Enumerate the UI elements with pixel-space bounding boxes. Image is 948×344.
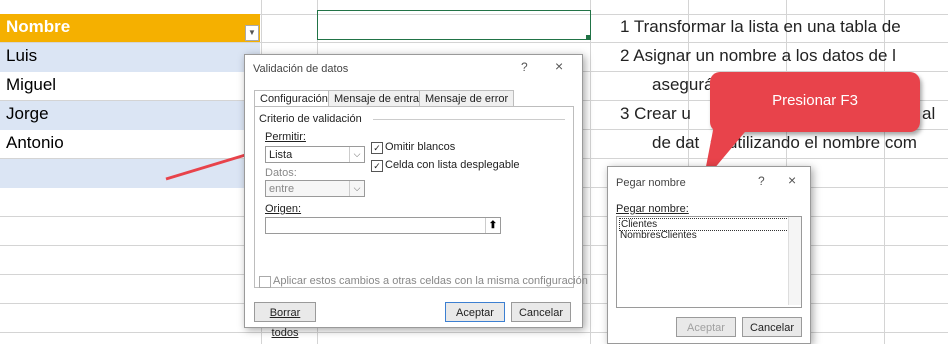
dropdown-cell-label: Celda con lista desplegable <box>385 159 520 171</box>
table-cell[interactable]: Jorge <box>6 104 49 124</box>
ok-button[interactable]: Aceptar <box>445 302 505 322</box>
ignore-blank-checkbox[interactable]: ✓ <box>371 142 383 154</box>
allow-select[interactable]: Lista ⌵ <box>265 146 365 163</box>
section-label: Criterio de validación <box>259 113 362 125</box>
table-row-band <box>0 43 260 72</box>
table-cell[interactable]: Antonio <box>6 133 64 153</box>
help-icon[interactable]: ? <box>521 60 528 74</box>
instruction-line: 2 Asignar un nombre a los datos de l <box>620 46 896 65</box>
chevron-down-icon: ⌵ <box>349 181 364 196</box>
ok-button[interactable]: Aceptar <box>676 317 736 337</box>
instruction-line: asegurá <box>652 75 714 94</box>
list-item[interactable]: NombresClientes <box>620 230 697 241</box>
dropdown-cell-checkbox[interactable]: ✓ <box>371 160 383 172</box>
close-icon[interactable]: × <box>555 58 563 74</box>
cancel-button[interactable]: Cancelar <box>742 317 802 337</box>
table-cell[interactable]: Luis <box>6 46 37 66</box>
paste-name-label: Pegar nombre: <box>616 203 689 215</box>
data-label: Datos: <box>265 167 297 179</box>
filter-dropdown-icon[interactable]: ▼ <box>245 25 259 41</box>
instruction-line: de dat <box>652 133 700 152</box>
tab-mensaje-error[interactable]: Mensaje de error <box>419 90 515 107</box>
names-list[interactable]: Clientes NombresClientes <box>616 216 802 308</box>
cancel-button[interactable]: Cancelar <box>511 302 571 322</box>
apply-all-checkbox[interactable] <box>259 276 271 288</box>
dialog-title: Pegar nombre <box>616 177 686 189</box>
tab-configuracion[interactable]: Configuración <box>254 90 334 107</box>
table-header-label: Nombre <box>6 17 71 36</box>
data-select[interactable]: entre ⌵ <box>265 180 365 197</box>
source-input[interactable]: ⬆ <box>265 217 501 234</box>
instruction-line: al <box>922 104 936 123</box>
dialog-title: Validación de datos <box>253 63 349 75</box>
paste-name-dialog: Pegar nombre ? × Pegar nombre: Clientes … <box>607 166 811 344</box>
fill-handle[interactable] <box>586 35 591 40</box>
callout-text: Presionar F3 <box>772 92 858 109</box>
allow-label: Permitir: <box>265 131 306 143</box>
collapse-dialog-icon[interactable]: ⬆ <box>485 218 500 233</box>
source-label: Origen: <box>265 203 302 215</box>
apply-all-label: Aplicar estos cambios a otras celdas con… <box>273 275 588 287</box>
close-icon[interactable]: × <box>788 172 796 188</box>
clear-all-button[interactable]: Borrar todos <box>254 302 316 339</box>
help-icon[interactable]: ? <box>758 174 765 188</box>
data-validation-dialog: Validación de datos ? × Configuración Me… <box>244 54 588 339</box>
ignore-blank-label: Omitir blancos <box>385 141 456 153</box>
table-cell[interactable]: Miguel <box>6 75 56 95</box>
selected-cell[interactable] <box>317 10 591 40</box>
scrollbar[interactable] <box>788 217 801 305</box>
instruction-line: 3 Crear u <box>620 104 691 123</box>
chevron-down-icon: ⌵ <box>349 147 364 162</box>
instruction-line: 1 Transformar la lista en una tabla de <box>620 17 901 36</box>
